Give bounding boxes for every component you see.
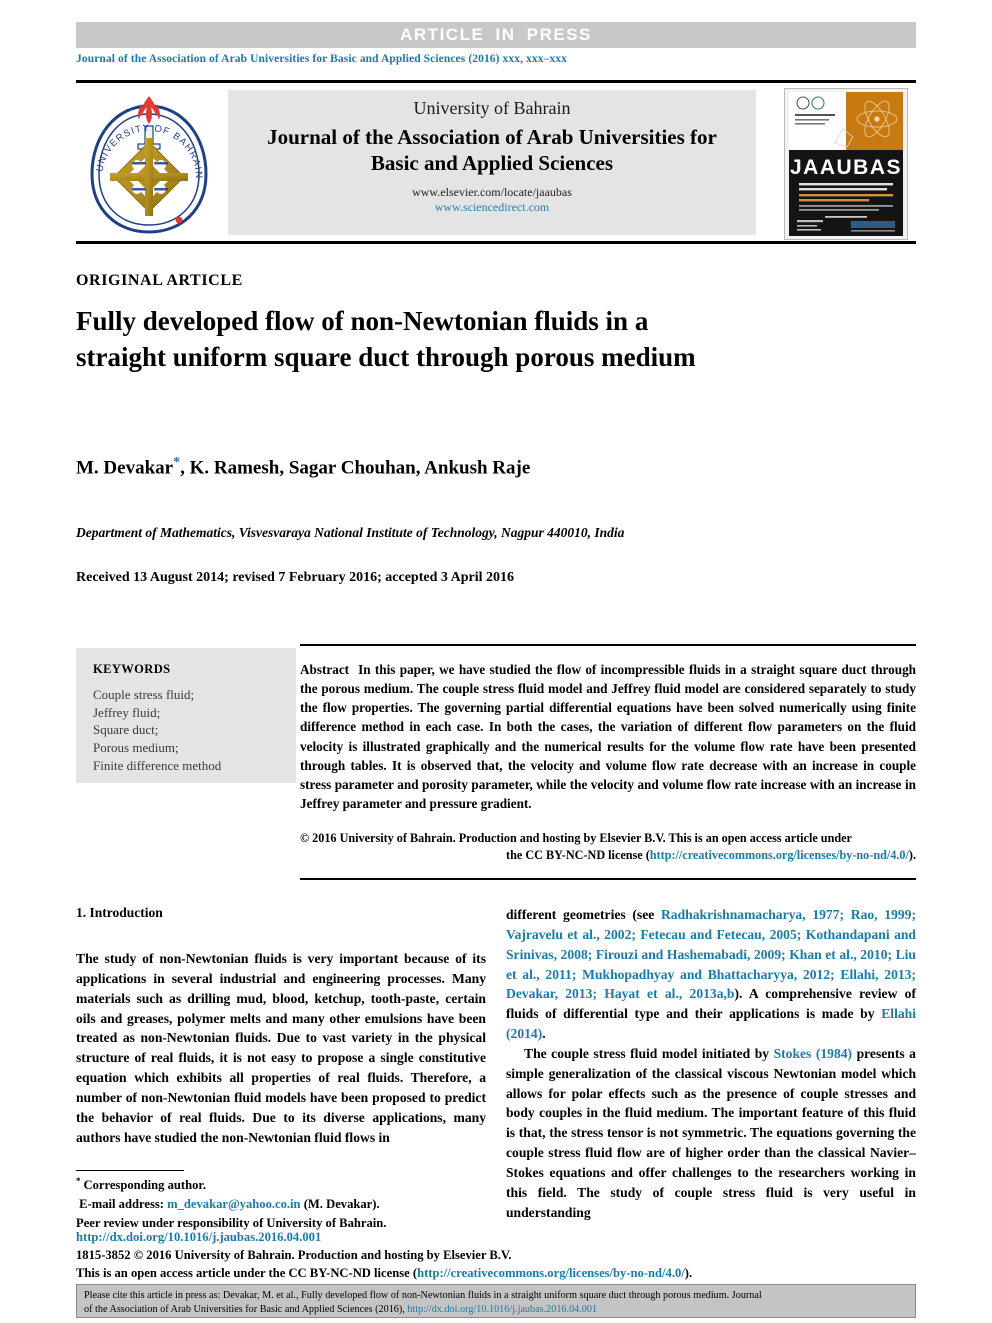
header-rule-bottom xyxy=(76,241,916,244)
body-column-right: different geometries (see Radhakrishnama… xyxy=(506,905,916,1223)
keywords-box: KEYWORDS Couple stress fluid; Jeffrey fl… xyxy=(76,648,296,783)
footnote-email-line: E-mail address: m_devakar@yahoo.co.in (M… xyxy=(76,1195,496,1214)
header-rule-top xyxy=(76,80,916,83)
keyword-item: Porous medium; xyxy=(93,740,179,756)
license-suffix: ). xyxy=(684,1266,693,1281)
university-of-bahrain-logo-icon: UNIVERSITY OF BAHRAIN xyxy=(80,92,218,238)
article-page: ARTICLE IN PRESS Journal of the Associat… xyxy=(0,0,992,1323)
copyright-line-1: © 2016 University of Bahrain. Production… xyxy=(300,831,852,845)
masthead-title-box: University of Bahrain Journal of the Ass… xyxy=(228,90,756,235)
masthead-journal-title-line2: Basic and Applied Sciences xyxy=(370,151,614,176)
svg-text:JAAUBAS: JAAUBAS xyxy=(790,156,902,179)
abstract-copyright: © 2016 University of Bahrain. Production… xyxy=(300,830,916,864)
author-email-link[interactable]: m_devakar@yahoo.co.in xyxy=(167,1197,300,1211)
abstract-text: In this paper, we have studied the flow … xyxy=(300,662,916,811)
publisher-block: http://dx.doi.org/10.1016/j.jaubas.2016.… xyxy=(76,1228,936,1282)
cite-doi-link[interactable]: http://dx.doi.org/10.1016/j.jaubas.2016.… xyxy=(407,1304,597,1315)
journal-masthead: UNIVERSITY OF BAHRAIN University of Bahr… xyxy=(76,88,916,240)
intro-paragraph-left: The study of non-Newtonian fluids is ver… xyxy=(76,951,486,1145)
article-dates: Received 13 August 2014; revised 7 Febru… xyxy=(76,570,514,585)
journal-cover-thumbnail: JAAUBAS xyxy=(784,88,908,240)
article-in-press-label: ARTICLE IN PRESS xyxy=(400,25,592,44)
footnote-corresponding-text: Corresponding author. xyxy=(83,1178,206,1193)
email-label: E-mail address: xyxy=(79,1197,164,1212)
couple-stress-rest: presents a simple generalization of the … xyxy=(506,1045,916,1220)
abstract-block: Abstract In this paper, we have studied t… xyxy=(300,660,916,813)
citation-lead-text: different geometries (see xyxy=(506,907,661,922)
author-list: M. Devakar*, K. Ramesh, Sagar Chouhan, A… xyxy=(76,455,776,479)
copyright-license-suffix: ). xyxy=(908,847,916,862)
journal-reference-line: Journal of the Association of Arab Unive… xyxy=(76,53,567,65)
author-others: , K. Ramesh, Sagar Chouhan, Ankush Raje xyxy=(180,457,531,479)
footnote-star-icon: * xyxy=(76,1176,81,1186)
keywords-heading: KEYWORDS xyxy=(93,662,171,676)
body-column-left: 1. Introduction The study of non-Newtoni… xyxy=(76,905,486,1147)
page-title: Fully developed flow of non-Newtonian fl… xyxy=(76,306,696,373)
intro-paragraph-right-2: The couple stress fluid model initiated … xyxy=(506,1044,916,1223)
keyword-item: Jeffrey fluid; xyxy=(93,704,161,720)
cite-line-1: Please cite this article in press as: De… xyxy=(84,1290,762,1301)
keyword-item: Square duct; xyxy=(93,722,159,738)
email-owner: (M. Devakar). xyxy=(303,1197,380,1212)
citation-stokes-link[interactable]: Stokes (1984) xyxy=(774,1046,853,1061)
abstract-rule-bottom xyxy=(300,878,916,880)
section-heading-introduction: 1. Introduction xyxy=(76,905,163,920)
abstract-label: Abstract xyxy=(300,662,350,677)
keyword-item: Couple stress fluid; xyxy=(93,687,195,702)
license-prefix: This is an open access article under the… xyxy=(76,1266,418,1281)
author-affiliation: Department of Mathematics, Visvesvaraya … xyxy=(76,525,625,540)
author-primary: M. Devakar xyxy=(76,457,174,479)
footnote-block: * Corresponding author. E-mail address: m… xyxy=(76,1175,496,1233)
keywords-list: Couple stress fluid; Jeffrey fluid; Squa… xyxy=(93,686,296,774)
open-access-license-line: This is an open access article under the… xyxy=(76,1264,936,1282)
article-type-label: ORIGINAL ARTICLE xyxy=(76,272,243,289)
article-in-press-banner: ARTICLE IN PRESS xyxy=(76,22,916,48)
license-link[interactable]: http://creativecommons.org/licenses/by-n… xyxy=(417,1266,685,1280)
cite-line-2-text: of the Association of Arab Universities … xyxy=(84,1303,408,1315)
abstract-rule-top xyxy=(300,644,916,646)
issn-copyright-line: 1815-3852 © 2016 University of Bahrain. … xyxy=(76,1248,512,1263)
cite-line-2: of the Association of Arab Universities … xyxy=(84,1303,908,1317)
couple-stress-lead: The couple stress fluid model initiated … xyxy=(524,1045,774,1061)
copyright-license-prefix: the CC BY-NC-ND license ( xyxy=(506,847,650,862)
masthead-elsevier-url[interactable]: www.elsevier.com/locate/jaaubas xyxy=(228,185,756,200)
intro-paragraph-right-1: different geometries (see Radhakrishnama… xyxy=(506,905,916,1044)
cite-this-article-box: Please cite this article in press as: De… xyxy=(76,1284,916,1318)
keyword-item: Finite difference method xyxy=(93,757,222,773)
masthead-journal-title-line1: Journal of the Association of Arab Unive… xyxy=(267,125,717,149)
citation-end-text: . xyxy=(542,1026,546,1042)
cc-license-link[interactable]: http://creativecommons.org/licenses/by-n… xyxy=(650,848,909,862)
masthead-sciencedirect-url[interactable]: www.sciencedirect.com xyxy=(228,200,756,215)
masthead-university-name: University of Bahrain xyxy=(413,98,571,118)
footnote-corresponding-author: * Corresponding author. xyxy=(76,1175,496,1195)
footnote-separator-rule xyxy=(76,1170,184,1171)
doi-link[interactable]: http://dx.doi.org/10.1016/j.jaubas.2016.… xyxy=(76,1228,936,1246)
